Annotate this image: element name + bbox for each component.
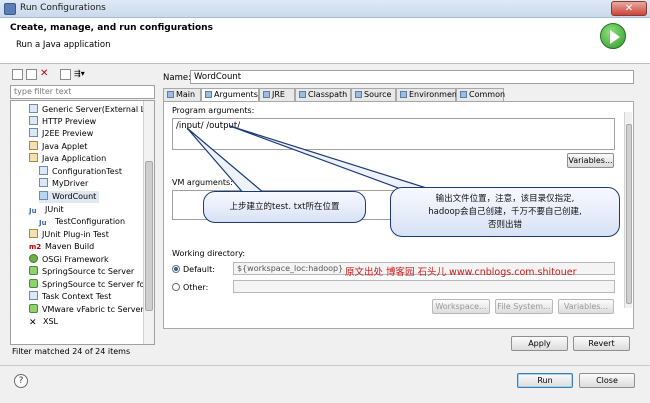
callout2-pointer xyxy=(229,125,439,197)
callout-line-2: hadoop会自己创建，千万不要自己创建, xyxy=(428,207,582,217)
callout1-pointer xyxy=(186,127,266,196)
help-icon[interactable]: ? xyxy=(14,374,28,388)
apply-button[interactable]: Apply xyxy=(511,336,568,351)
source-watermark: 原文出处 博客园 石头儿 www.cnblogs.com.shitouer xyxy=(345,267,577,278)
annotation-callout-output: 输出文件位置，注意，该目录仅指定, hadoop会自己创建，千万不要自己创建, … xyxy=(390,187,620,237)
revert-button[interactable]: Revert xyxy=(573,336,630,351)
run-button[interactable]: Run xyxy=(517,373,573,388)
annotation-callout-input: 上步建立的test. txt所在位置 xyxy=(203,191,366,223)
close-button[interactable]: Close xyxy=(579,373,635,388)
footer-separator xyxy=(0,365,650,366)
callout-line-3: 否则出错 xyxy=(487,220,522,230)
callout-line-1: 输出文件位置，注意，该目录仅指定, xyxy=(435,194,575,204)
